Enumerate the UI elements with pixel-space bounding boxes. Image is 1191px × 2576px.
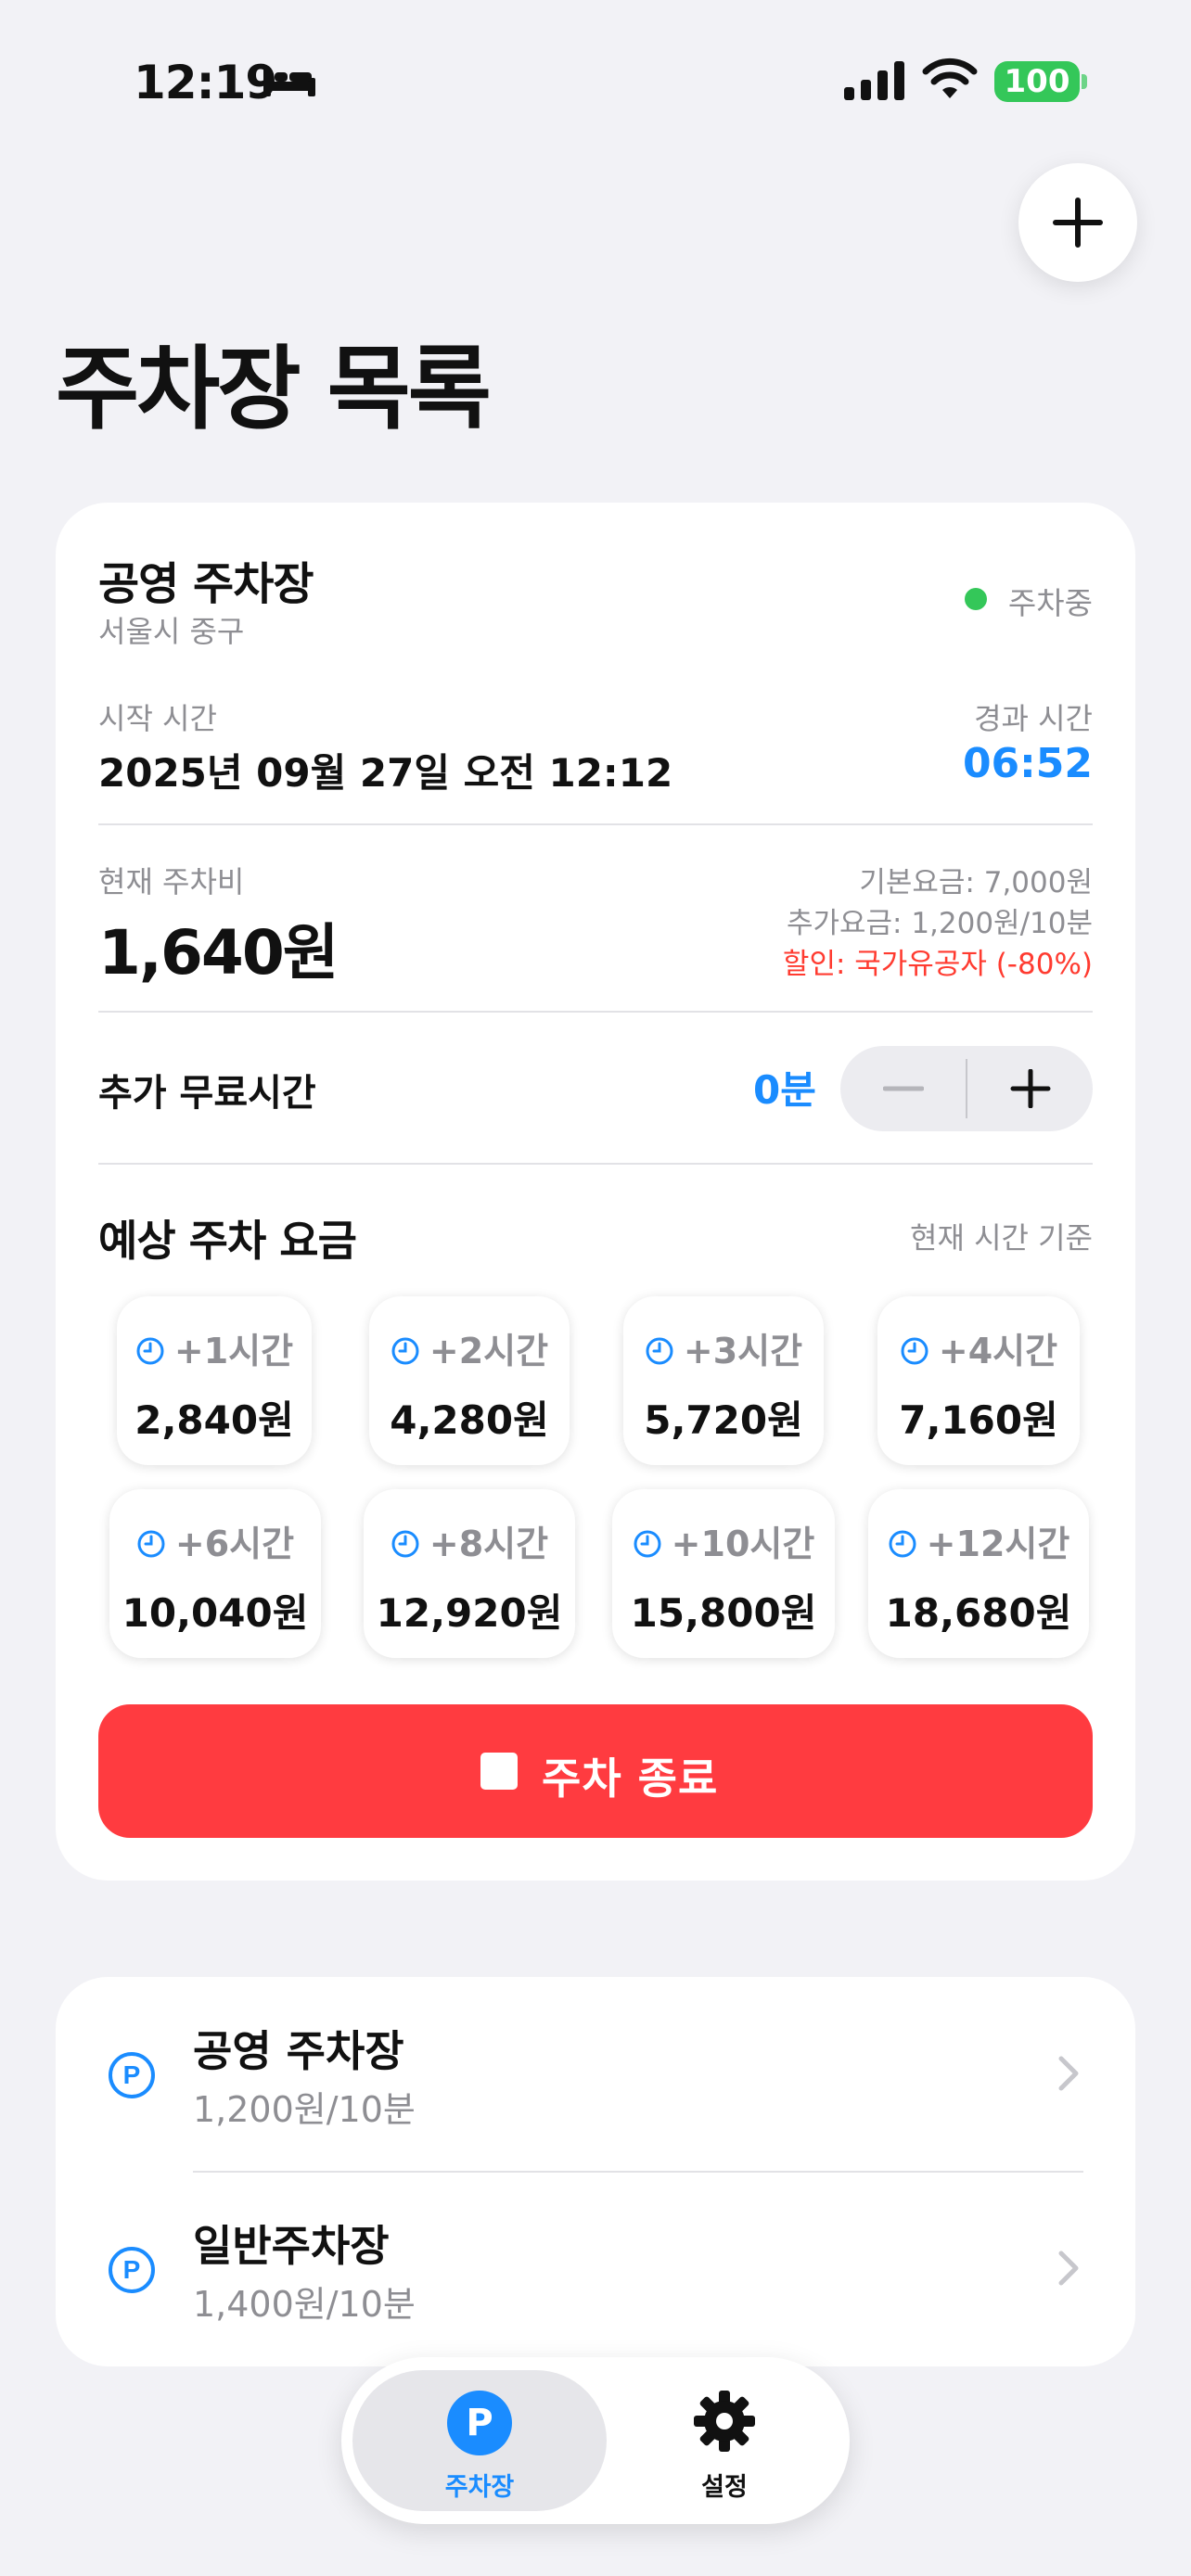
page-title: 주차장 목록 [56, 337, 492, 442]
estimate-chip[interactable]: +1시간 2,840원 [117, 1296, 312, 1465]
plus-icon [1010, 1069, 1051, 1108]
minus-icon [883, 1086, 924, 1091]
tab-settings[interactable]: 설정 [610, 2370, 839, 2511]
estimate-price: 7,160원 [899, 1397, 1058, 1443]
estimate-title: 예상 주차 요금 [98, 1216, 357, 1266]
extra-fee-text: 추가요금: 1,200원/10분 [786, 907, 1093, 940]
svg-text:P: P [123, 2255, 141, 2284]
bed-icon [263, 69, 315, 96]
plus-icon [1053, 198, 1103, 248]
estimate-chip[interactable]: +12시간 18,680원 [868, 1489, 1089, 1658]
elapsed-time-value: 06:52 [962, 740, 1093, 787]
estimate-price: 18,680원 [885, 1590, 1072, 1636]
status-badge: 주차중 [1007, 585, 1093, 621]
lot-name: 공영 주차장 [193, 2026, 404, 2076]
chevron-right-icon [1058, 2056, 1079, 2091]
elapsed-time-label: 경과 시간 [974, 701, 1093, 736]
base-fee-text: 기본요금: 7,000원 [859, 866, 1093, 899]
parking-icon: P [109, 2052, 155, 2098]
divider [98, 1011, 1093, 1013]
active-parking-card: 공영 주차장 서울시 중구 주차중 시작 시간 2025년 09월 27일 오전… [56, 503, 1135, 1881]
add-lot-button[interactable] [1018, 163, 1137, 282]
estimate-duration: +4시간 [938, 1331, 1058, 1371]
lot-rate: 1,200원/10분 [193, 2089, 416, 2130]
estimate-price: 2,840원 [134, 1397, 294, 1443]
clock-icon [391, 1337, 419, 1365]
battery-icon: 100 [994, 61, 1080, 102]
estimate-duration: +6시간 [174, 1524, 295, 1564]
clock-icon [634, 1530, 661, 1558]
estimate-chip[interactable]: +3시간 5,720원 [623, 1296, 824, 1465]
discount-text: 할인: 국가유공자 (-80%) [782, 948, 1093, 981]
lot-rate: 1,400원/10분 [193, 2284, 416, 2325]
tab-parking-label: 주차장 [444, 2473, 515, 2502]
clock-icon [646, 1337, 673, 1365]
wifi-icon [922, 57, 978, 98]
estimate-duration: +1시간 [173, 1331, 294, 1371]
status-time: 12:19 [134, 56, 277, 109]
estimate-price: 4,280원 [390, 1397, 549, 1443]
divider [98, 1163, 1093, 1165]
clock-icon [136, 1337, 164, 1365]
chevron-right-icon [1058, 2251, 1079, 2286]
parking-lot-list: P 공영 주차장 1,200원/10분 P 일반주차장 1,400원/10분 [56, 1977, 1135, 2366]
clock-icon [901, 1337, 928, 1365]
increase-free-time-button[interactable] [967, 1046, 1093, 1131]
lot-name: 일반주차장 [193, 2221, 390, 2271]
signal-icon [844, 61, 904, 100]
estimate-price: 5,720원 [644, 1397, 803, 1443]
estimate-duration: +10시간 [671, 1524, 815, 1564]
estimate-chip[interactable]: +8시간 12,920원 [364, 1489, 575, 1658]
clock-icon [137, 1530, 165, 1558]
end-parking-label: 주차 종료 [542, 1753, 719, 1804]
parking-icon: P [447, 2391, 512, 2455]
estimate-duration: +8시간 [429, 1524, 549, 1564]
estimate-duration: +2시간 [429, 1331, 549, 1371]
end-parking-button[interactable]: 주차 종료 [98, 1704, 1093, 1838]
estimate-chip[interactable]: +10시간 15,800원 [612, 1489, 835, 1658]
estimate-chip[interactable]: +6시간 10,040원 [109, 1489, 321, 1658]
free-time-value: 0분 [753, 1067, 816, 1113]
start-time-value: 2025년 09월 27일 오전 12:12 [98, 750, 673, 796]
free-time-stepper [840, 1046, 1093, 1131]
estimate-note: 현재 시간 기준 [910, 1220, 1093, 1256]
active-lot-area: 서울시 중구 [98, 614, 245, 649]
estimate-duration: +3시간 [683, 1331, 803, 1371]
estimate-duration: +12시간 [926, 1524, 1070, 1564]
estimate-chip[interactable]: +4시간 7,160원 [877, 1296, 1080, 1465]
free-time-label: 추가 무료시간 [98, 1072, 316, 1115]
list-item[interactable]: P 일반주차장 1,400원/10분 [56, 2172, 1135, 2366]
tab-bar: P 주차장 설정 [341, 2357, 850, 2524]
divider [98, 823, 1093, 825]
stop-icon [480, 1753, 518, 1790]
estimate-price: 12,920원 [376, 1590, 563, 1636]
estimate-price: 15,800원 [630, 1590, 817, 1636]
clock-icon [889, 1530, 916, 1558]
decrease-free-time-button[interactable] [840, 1046, 966, 1131]
status-dot-icon [965, 588, 987, 610]
battery-tip [1082, 74, 1087, 89]
clock-icon [391, 1530, 419, 1558]
svg-text:P: P [123, 2060, 141, 2089]
list-item[interactable]: P 공영 주차장 1,200원/10분 [56, 1977, 1135, 2173]
current-fee-value: 1,640원 [98, 917, 339, 988]
estimate-chip[interactable]: +2시간 4,280원 [369, 1296, 570, 1465]
tab-settings-label: 설정 [701, 2473, 748, 2502]
current-fee-label: 현재 주차비 [98, 864, 245, 899]
estimate-price: 10,040원 [122, 1590, 309, 1636]
gear-icon [694, 2391, 755, 2452]
parking-icon: P [109, 2247, 155, 2293]
status-bar: 12:19 100 [0, 0, 1191, 148]
start-time-label: 시작 시간 [98, 701, 217, 736]
active-lot-name: 공영 주차장 [98, 558, 314, 610]
tab-parking[interactable]: P 주차장 [352, 2370, 607, 2511]
